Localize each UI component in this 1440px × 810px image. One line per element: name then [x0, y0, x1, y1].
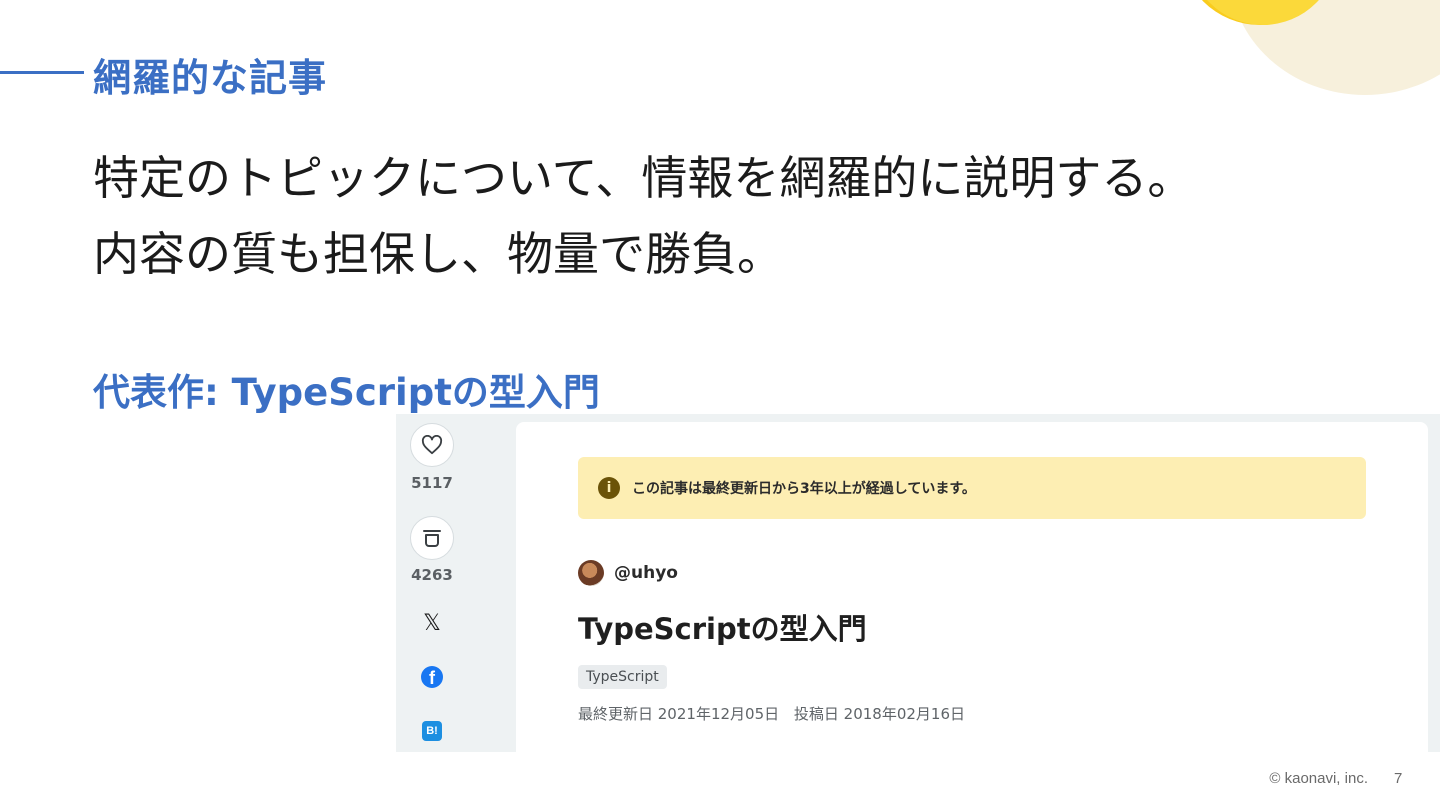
- share-facebook-button[interactable]: f: [420, 665, 444, 689]
- posted-date: 投稿日 2018年02月16日: [793, 705, 966, 723]
- outdated-notice: i この記事は最終更新日から3年以上が経過しています。: [578, 457, 1366, 519]
- representative-work-title: 代表作: TypeScriptの型入門: [93, 371, 600, 414]
- author-link[interactable]: @uhyo: [578, 560, 678, 586]
- x-logo-icon: 𝕏: [423, 611, 441, 636]
- action-rail: 5117 4263 𝕏 f B!: [396, 414, 468, 752]
- like-count: 5117: [411, 474, 453, 492]
- avatar: [578, 560, 604, 586]
- article-dates: 最終更新日 2021年12月05日 投稿日 2018年02月16日: [578, 703, 965, 724]
- lead-line-1: 特定のトピックについて、情報を網羅的に説明する。: [93, 151, 1194, 205]
- share-x-button[interactable]: 𝕏: [420, 612, 444, 636]
- tag-typescript[interactable]: TypeScript: [578, 665, 667, 689]
- copyright: © kaonavi, inc.: [1269, 770, 1368, 787]
- info-icon: i: [598, 477, 620, 499]
- author-name: @uhyo: [614, 563, 678, 583]
- stock-icon: [423, 530, 441, 547]
- share-hatena-button[interactable]: B!: [420, 719, 444, 743]
- section-title: 網羅的な記事: [93, 56, 328, 100]
- page-number: 7: [1394, 770, 1403, 787]
- lead-line-2: 内容の質も担保し、物量で勝負。: [93, 227, 783, 281]
- article-card: i この記事は最終更新日から3年以上が経過しています。 @uhyo TypeSc…: [516, 422, 1428, 752]
- lead-text: 特定のトピックについて、情報を網羅的に説明する。 内容の質も担保し、物量で勝負。: [93, 140, 1193, 292]
- notice-text: この記事は最終更新日から3年以上が経過しています。: [632, 481, 976, 497]
- heart-icon: [421, 435, 443, 455]
- updated-date: 最終更新日 2021年12月05日: [578, 705, 780, 723]
- facebook-icon: f: [421, 666, 443, 688]
- corner-decoration: [1180, 0, 1440, 120]
- hatena-bookmark-icon: B!: [422, 721, 442, 741]
- article-screenshot: 5117 4263 𝕏 f B! i この記事は最終更新日から3年以上が経過して…: [396, 414, 1440, 752]
- like-button[interactable]: [410, 423, 454, 467]
- stock-button[interactable]: [410, 516, 454, 560]
- section-accent-line: [0, 71, 84, 74]
- article-title: TypeScriptの型入門: [578, 612, 867, 646]
- stock-count: 4263: [411, 566, 453, 584]
